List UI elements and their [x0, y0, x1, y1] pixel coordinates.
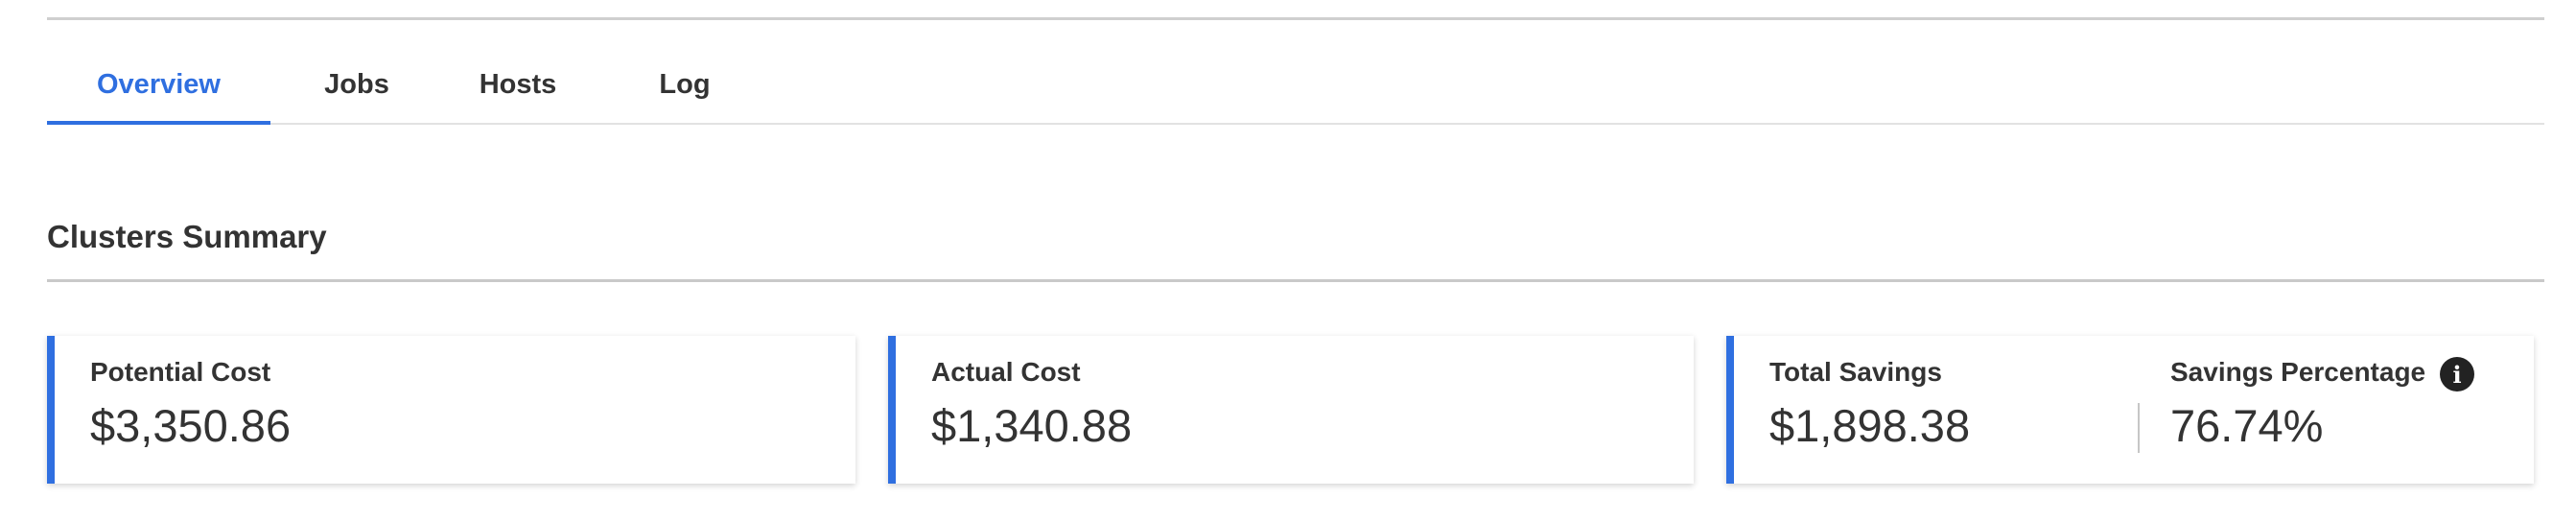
- top-divider: [47, 17, 2544, 20]
- metric-value: $3,350.86: [90, 400, 292, 451]
- metric-divider: [2138, 403, 2140, 453]
- tab-overview[interactable]: Overview: [47, 46, 270, 125]
- info-icon[interactable]: i: [2440, 357, 2474, 392]
- metric-label: Savings Percentage: [2170, 357, 2426, 387]
- potential-cost-card: Potential Cost $3,350.86: [47, 336, 855, 484]
- section-title: Clusters Summary: [47, 219, 327, 254]
- section-divider: [47, 279, 2544, 282]
- tab-hosts[interactable]: Hosts: [470, 46, 566, 123]
- metric-value: $1,898.38: [1769, 400, 1971, 451]
- metric-value: $1,340.88: [931, 400, 1133, 451]
- tab-log[interactable]: Log: [646, 46, 723, 123]
- metric-value: 76.74%: [2170, 400, 2324, 451]
- metric-label: Total Savings: [1769, 357, 1942, 387]
- actual-cost-card: Actual Cost $1,340.88: [888, 336, 1694, 484]
- metric-label: Actual Cost: [931, 357, 1081, 387]
- tab-bar: Overview Jobs Hosts Log: [47, 46, 2544, 125]
- metric-label: Potential Cost: [90, 357, 271, 387]
- savings-card: Total Savings $1,898.38 Savings Percenta…: [1726, 336, 2534, 484]
- tab-jobs[interactable]: Jobs: [309, 46, 405, 123]
